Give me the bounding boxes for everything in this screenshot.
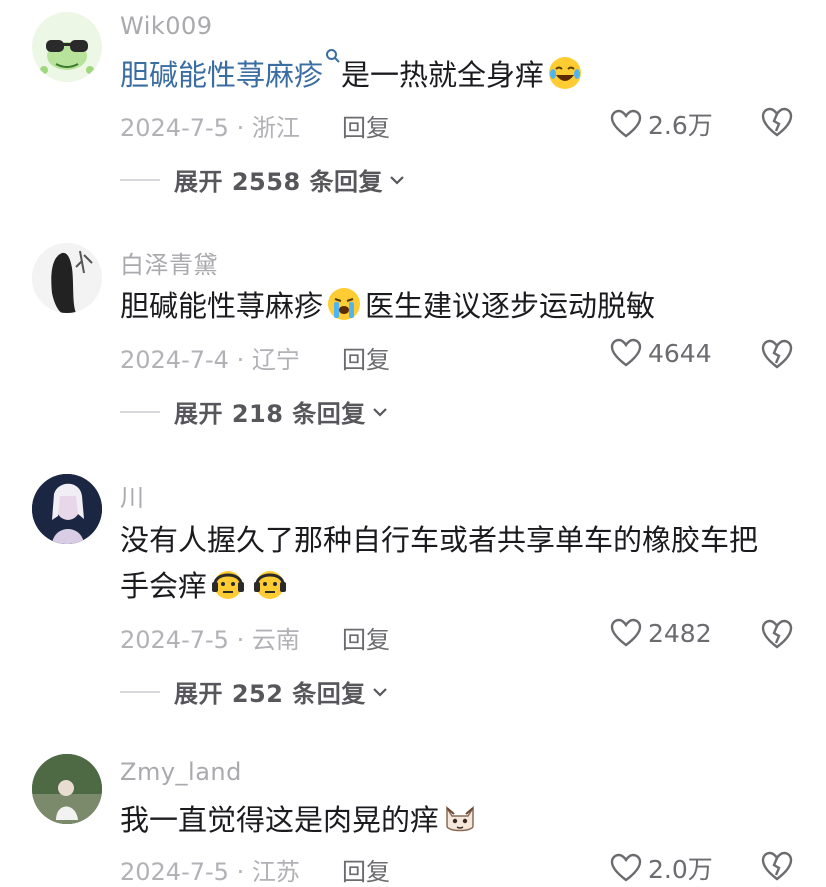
like-button[interactable]: 2482 xyxy=(610,618,712,648)
headphones-emoji-icon xyxy=(212,571,245,599)
dislike-button[interactable] xyxy=(760,618,794,654)
broken-heart-icon xyxy=(761,339,793,369)
comment-body: 胆碱能性荨麻疹 xyxy=(120,289,324,323)
expand-replies[interactable]: 展开 252 条回复 xyxy=(120,674,388,709)
expand-replies[interactable]: 展开 2558 条回复 xyxy=(120,162,405,197)
username[interactable]: Wik009 xyxy=(120,12,213,40)
cat-emoji-icon xyxy=(446,805,474,832)
headphones-emoji-icon xyxy=(254,571,287,599)
dislike-button[interactable] xyxy=(760,338,794,374)
username[interactable]: 川 xyxy=(120,478,145,513)
date-location: 2024-7-5 · 江苏 xyxy=(120,858,300,886)
like-button[interactable]: 4644 xyxy=(610,338,712,368)
reply-button[interactable]: 回复 xyxy=(342,852,390,887)
reply-button[interactable]: 回复 xyxy=(342,340,390,375)
date-location: 2024-7-4 · 辽宁 xyxy=(120,346,300,374)
topic-link[interactable]: 胆碱能性荨麻疹 xyxy=(120,58,323,92)
comment-text: 胆碱能性荨麻疹 是一热就全身痒 xyxy=(120,49,800,98)
ink-portrait-avatar-icon xyxy=(32,243,102,313)
heart-icon xyxy=(610,618,642,647)
dislike-button[interactable] xyxy=(760,850,794,886)
like-button[interactable]: 2.6万 xyxy=(610,106,713,142)
username[interactable]: 白泽青黛 xyxy=(120,245,218,280)
reply-button[interactable]: 回复 xyxy=(342,108,390,143)
like-button[interactable]: 2.0万 xyxy=(610,850,713,886)
chevron-down-icon xyxy=(373,687,387,697)
divider xyxy=(120,178,160,181)
broken-heart-icon xyxy=(761,107,793,137)
heart-icon xyxy=(610,338,642,367)
avatar[interactable] xyxy=(32,12,102,82)
chevron-down-icon xyxy=(373,407,387,417)
like-count: 2.0万 xyxy=(648,855,713,884)
comment-text: 没有人握久了那种自行车或者共享单车的橡胶车把 手会痒 xyxy=(120,517,800,609)
search-icon xyxy=(326,49,340,63)
avatar[interactable] xyxy=(32,474,102,544)
outdoor-portrait-avatar-icon xyxy=(32,754,102,824)
dislike-button[interactable] xyxy=(760,106,794,142)
expand-replies-label: 展开 218 条回复 xyxy=(174,400,366,428)
comment-body: 没有人握久了那种自行车或者共享单车的橡胶车把 xyxy=(120,523,759,557)
comment-body: 医生建议逐步运动脱敏 xyxy=(365,289,656,323)
comment-text: 胆碱能性荨麻疹 医生建议逐步运动脱敏 xyxy=(120,283,800,329)
avatar[interactable] xyxy=(32,243,102,313)
expand-replies-label: 展开 2558 条回复 xyxy=(174,168,384,196)
comment-body-line: 手会痒 xyxy=(120,563,800,609)
comment-body: 手会痒 xyxy=(120,569,208,603)
expand-replies[interactable]: 展开 218 条回复 xyxy=(120,394,388,429)
heart-icon xyxy=(610,853,642,882)
like-count: 2.6万 xyxy=(648,111,713,140)
divider xyxy=(120,410,160,413)
like-count: 4644 xyxy=(648,338,712,368)
reply-button[interactable]: 回复 xyxy=(342,620,390,655)
laughing-crying-emoji-icon xyxy=(549,57,582,89)
expand-replies-label: 展开 252 条回复 xyxy=(174,680,366,708)
broken-heart-icon xyxy=(761,851,793,881)
heart-icon xyxy=(610,109,642,138)
frog-avatar-icon xyxy=(32,12,102,82)
broken-heart-icon xyxy=(761,619,793,649)
date-location: 2024-7-5 · 云南 xyxy=(120,626,300,654)
avatar[interactable] xyxy=(32,754,102,824)
chevron-down-icon xyxy=(390,175,404,185)
like-count: 2482 xyxy=(648,618,712,648)
comment-text: 我一直觉得这是肉晃的痒 xyxy=(120,797,800,843)
date-location: 2024-7-5 · 浙江 xyxy=(120,114,300,142)
divider xyxy=(120,690,160,693)
portrait-avatar-icon xyxy=(32,474,102,544)
crying-emoji-icon xyxy=(328,288,361,320)
comment-body: 是一热就全身痒 xyxy=(341,58,545,92)
comment-body: 我一直觉得这是肉晃的痒 xyxy=(120,803,440,837)
username[interactable]: Zmy_land xyxy=(120,758,242,786)
